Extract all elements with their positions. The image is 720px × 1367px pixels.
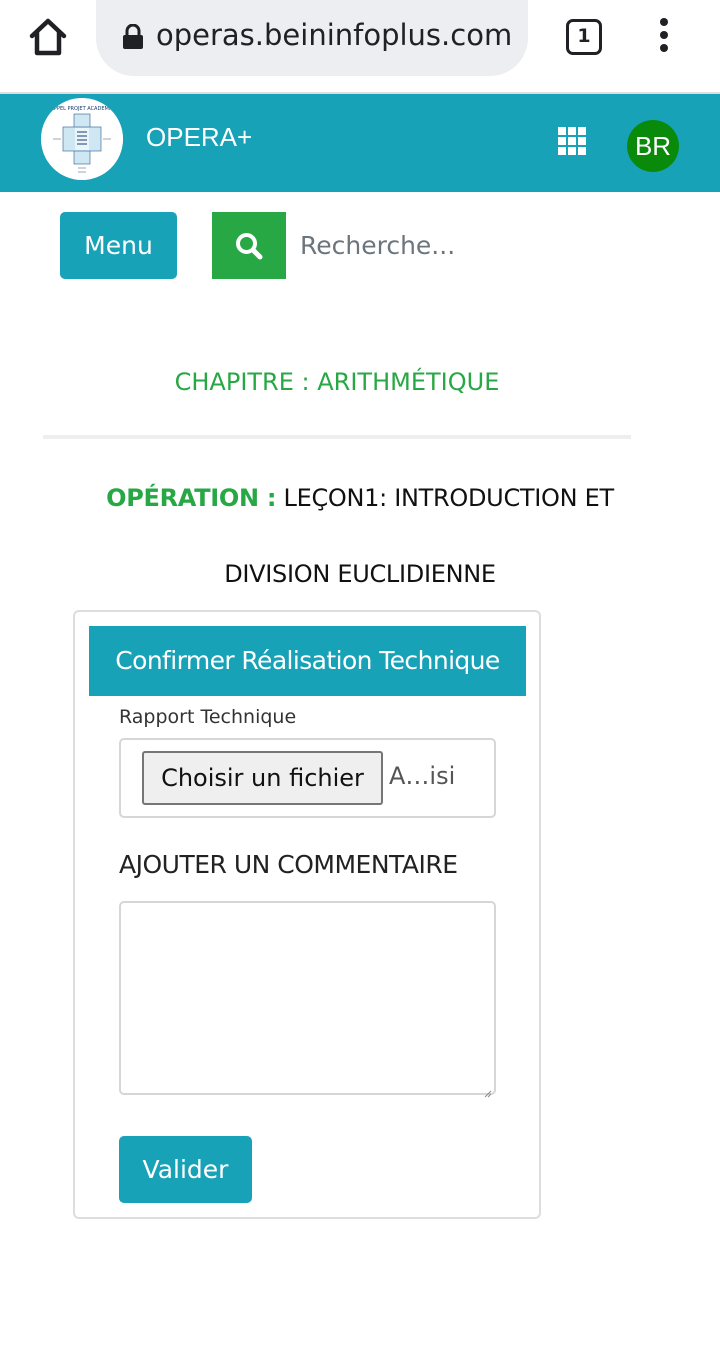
logo-text: APPEL PROJET ACADEMIE — [51, 106, 114, 112]
file-field-label: Rapport Technique — [119, 706, 297, 728]
address-bar[interactable]: operas.beininfoplus.com — [96, 0, 528, 76]
operation-title-line2: DIVISION EUCLIDIENNE — [224, 560, 496, 588]
browser-toolbar: operas.beininfoplus.com 1 — [0, 0, 720, 94]
lock-icon — [122, 23, 144, 50]
more-vert-icon[interactable] — [650, 16, 678, 56]
search-input[interactable] — [286, 212, 686, 279]
choose-file-button[interactable]: Choisir un fichier — [142, 751, 383, 805]
resize-handle-icon[interactable] — [484, 1083, 492, 1098]
home-icon[interactable] — [24, 12, 72, 62]
chapter-title: CHAPITRE : ARITHMÉTIQUE — [174, 368, 500, 396]
operation-heading: OPÉRATION : LEÇON1: INTRODUCTION ET — [0, 484, 720, 512]
brand-name[interactable]: OPERA+ — [146, 122, 252, 153]
tab-switcher-button[interactable]: 1 — [566, 19, 602, 55]
site-header: APPEL PROJET ACADEMIE OPERA+ BR — [0, 94, 720, 192]
validate-button[interactable]: Valider — [119, 1136, 252, 1203]
operation-label: OPÉRATION : — [106, 484, 277, 512]
user-avatar[interactable]: BR — [627, 120, 679, 172]
menu-button[interactable]: Menu — [60, 212, 177, 279]
apps-grid-icon[interactable] — [558, 127, 586, 155]
url-text: operas.beininfoplus.com — [156, 18, 513, 52]
operation-title-line1: LEÇON1: INTRODUCTION ET — [283, 484, 615, 512]
file-name-text: A…isi — [389, 762, 456, 790]
file-input[interactable]: Choisir un fichier A…isi — [119, 738, 496, 818]
comment-textarea[interactable] — [119, 901, 496, 1095]
search-button[interactable] — [212, 212, 286, 279]
comment-heading: AJOUTER UN COMMENTAIRE — [119, 850, 458, 879]
card-header: Confirmer Réalisation Technique — [89, 626, 526, 696]
search-icon — [236, 233, 263, 260]
confirmation-card: Confirmer Réalisation Technique Rapport … — [73, 610, 541, 1219]
divider — [43, 435, 631, 439]
operation-heading-line2: DIVISION EUCLIDIENNE — [0, 560, 720, 588]
site-logo[interactable]: APPEL PROJET ACADEMIE — [41, 98, 123, 180]
